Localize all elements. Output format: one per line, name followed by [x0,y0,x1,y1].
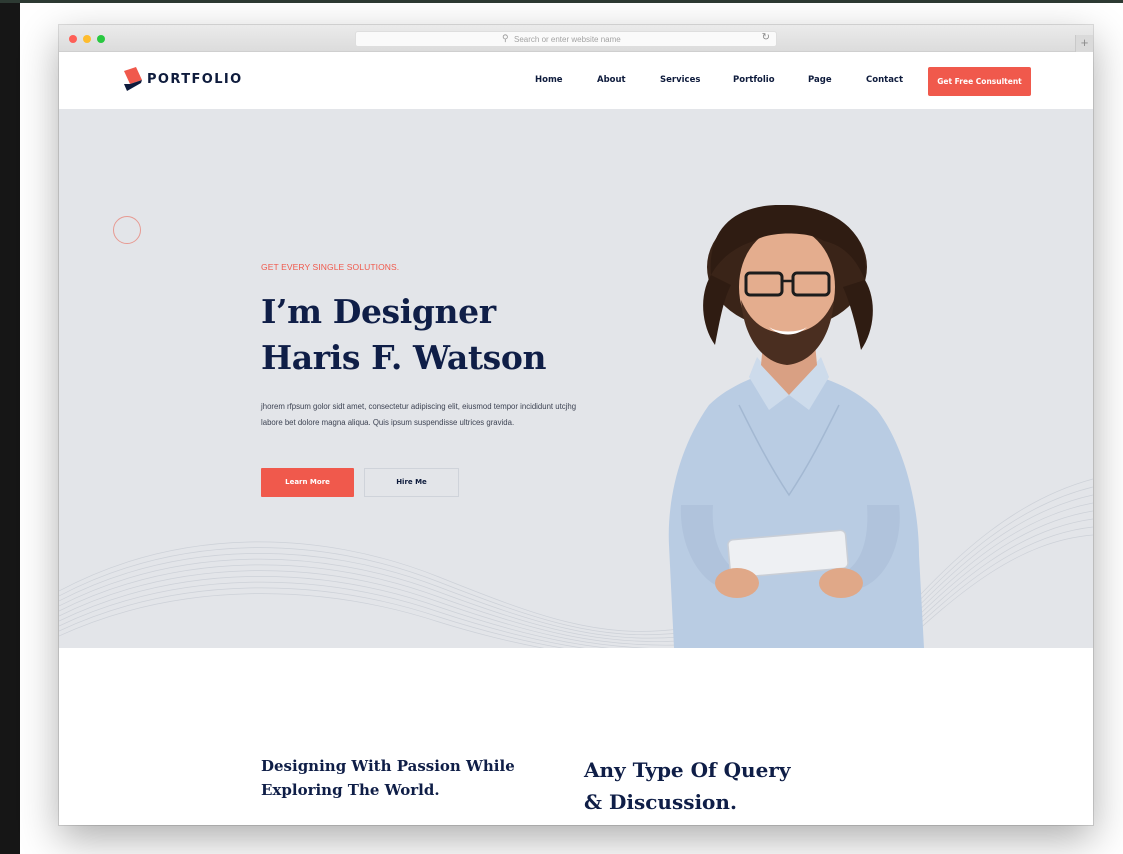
hire-me-button[interactable]: Hire Me [364,468,459,497]
hero-eyebrow: GET EVERY SINGLE SOLUTIONS. [261,262,400,272]
site-header: PORTFOLIO Home About Services Portfolio … [59,52,1093,109]
search-icon: ⚲ [502,33,509,43]
nav-page[interactable]: Page [808,75,832,85]
nav-home[interactable]: Home [535,75,563,85]
desktop-background-top [0,0,1123,3]
browser-titlebar: ⚲ Search or enter website name ↻ + [59,25,1093,52]
hero-portrait [668,205,924,648]
learn-more-button[interactable]: Learn More [261,468,354,497]
nav-contact[interactable]: Contact [866,75,903,85]
passion-heading-line-1: Designing With Passion While [261,757,515,775]
nav-about[interactable]: About [597,75,626,85]
new-tab-icon[interactable]: + [1075,35,1093,52]
passion-heading-line-2: Exploring The World. [261,781,440,799]
maximize-window-button[interactable] [97,35,105,43]
hero-description: jhorem rfpsum golor sidt amet, consectet… [261,402,577,427]
address-placeholder: Search or enter website name [514,35,621,44]
logo-icon[interactable] [121,67,145,93]
address-bar[interactable]: ⚲ Search or enter website name ↻ [355,31,777,47]
close-window-button[interactable] [69,35,77,43]
nav-portfolio[interactable]: Portfolio [733,75,775,85]
nav-services[interactable]: Services [660,75,700,85]
hero-title-line-2: Haris F. Watson [261,338,547,377]
passion-heading: Designing With Passion While Exploring T… [261,754,515,802]
free-consultation-button[interactable]: Get Free Consultent [928,67,1031,96]
logo-text[interactable]: PORTFOLIO [147,72,243,87]
query-heading: Any Type Of Query & Discussion. [584,754,790,818]
browser-window: ⚲ Search or enter website name ↻ + PORTF… [59,25,1093,825]
query-heading-line-1: Any Type Of Query [584,758,791,782]
desktop-background-left [0,0,20,854]
hero-title: I’m Designer Haris F. Watson [261,289,546,381]
intro-section: Designing With Passion While Exploring T… [59,648,1093,825]
decorative-circle [113,216,141,244]
reload-icon[interactable]: ↻ [762,32,770,43]
hero-title-line-1: I’m Designer [261,292,496,331]
hero-section: GET EVERY SINGLE SOLUTIONS. I’m Designer… [59,109,1093,648]
minimize-window-button[interactable] [83,35,91,43]
query-heading-line-2: & Discussion. [584,790,737,814]
